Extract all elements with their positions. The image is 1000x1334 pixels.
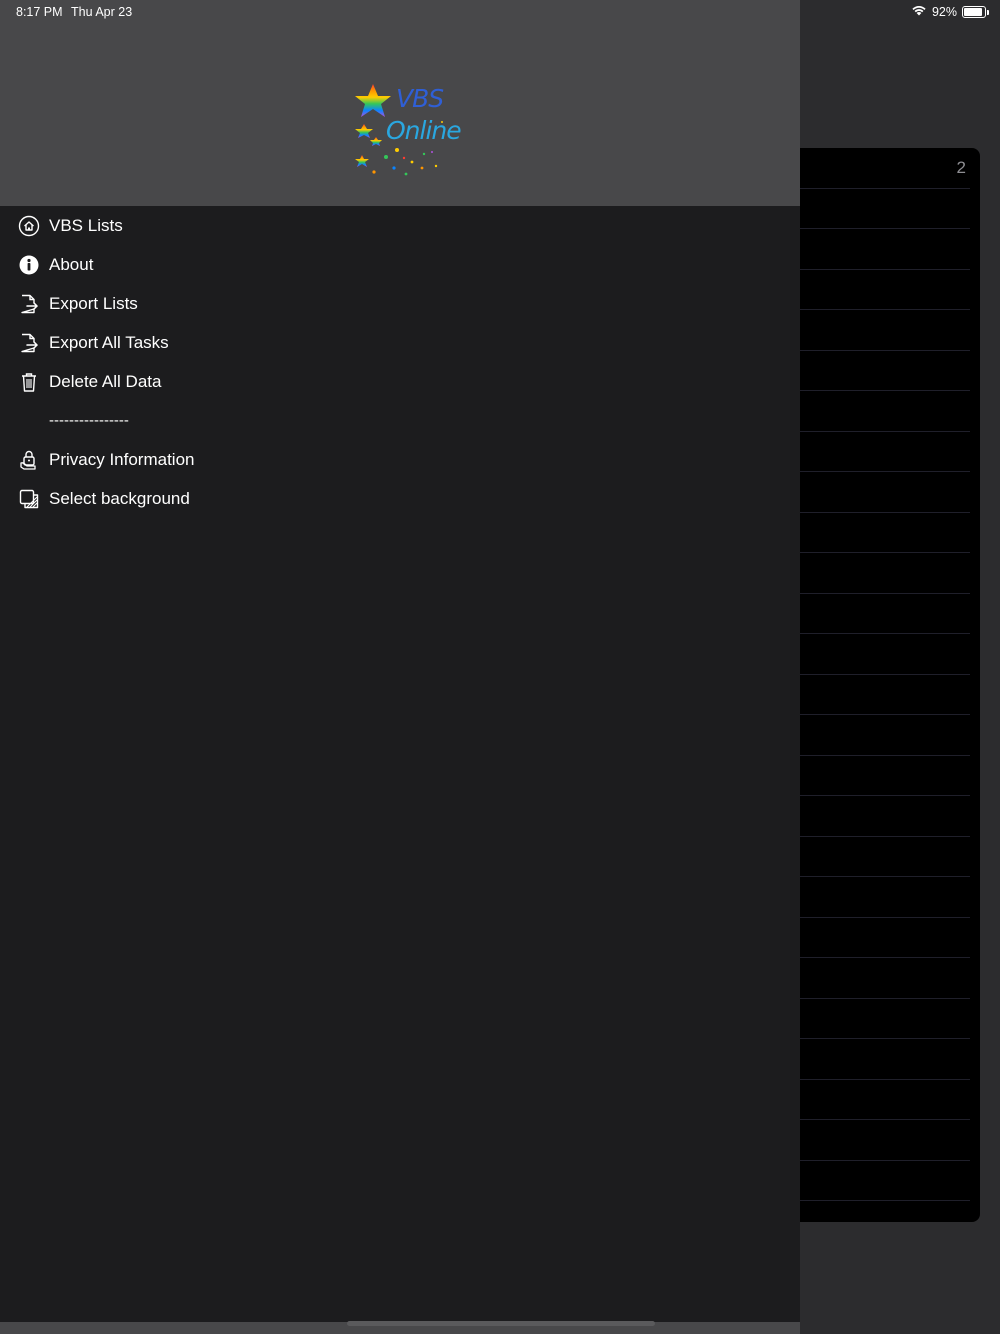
drawer-header: VBS Online xyxy=(0,0,800,206)
export-icon xyxy=(18,332,40,354)
logo-text-online: Online xyxy=(386,116,462,145)
menu-item-label: Select background xyxy=(49,488,190,508)
status-time: 8:17 PM xyxy=(16,5,63,19)
background-select-icon xyxy=(18,488,40,510)
logo-text-vbs: VBS xyxy=(396,84,444,113)
privacy-lock-icon xyxy=(18,449,40,471)
menu-separator: ---------------- xyxy=(49,412,129,429)
home-icon xyxy=(18,215,40,237)
menu-item-export-all-tasks[interactable]: Export All Tasks xyxy=(0,323,800,362)
trash-icon xyxy=(18,371,40,393)
menu-item-privacy-information[interactable]: Privacy Information xyxy=(0,440,800,479)
menu-item-select-background[interactable]: Select background xyxy=(0,479,800,518)
menu-item-label: Export All Tasks xyxy=(49,332,169,352)
home-indicator[interactable] xyxy=(347,1321,655,1326)
battery-icon xyxy=(962,5,989,18)
menu-item-vbs-lists[interactable]: VBS Lists xyxy=(0,206,800,245)
app-logo: VBS Online xyxy=(352,82,462,180)
menu-item-label: Export Lists xyxy=(49,293,138,313)
menu-item-export-lists[interactable]: Export Lists xyxy=(0,284,800,323)
battery-percent: 92% xyxy=(931,4,957,19)
menu-item-about[interactable]: About xyxy=(0,245,800,284)
menu-item-delete-all-data[interactable]: Delete All Data xyxy=(0,362,800,401)
menu-item-label: VBS Lists xyxy=(49,215,123,235)
menu-item-label: Privacy Information xyxy=(49,449,195,469)
wifi-icon xyxy=(911,4,927,19)
info-icon xyxy=(18,254,40,276)
side-drawer: VBS Online VBS Lists About Export Lists xyxy=(0,0,800,1322)
menu-item-label: Delete All Data xyxy=(49,371,162,391)
battery-fill xyxy=(964,7,983,16)
status-indicators: 92% xyxy=(911,4,989,19)
menu-item-label: About xyxy=(49,254,94,274)
export-icon xyxy=(18,293,40,315)
status-date: Thu Apr 23 xyxy=(71,5,133,19)
drawer-menu: VBS Lists About Export Lists Export All … xyxy=(0,206,800,518)
status-bar: 8:17 PM Thu Apr 23 92% xyxy=(0,0,1000,24)
